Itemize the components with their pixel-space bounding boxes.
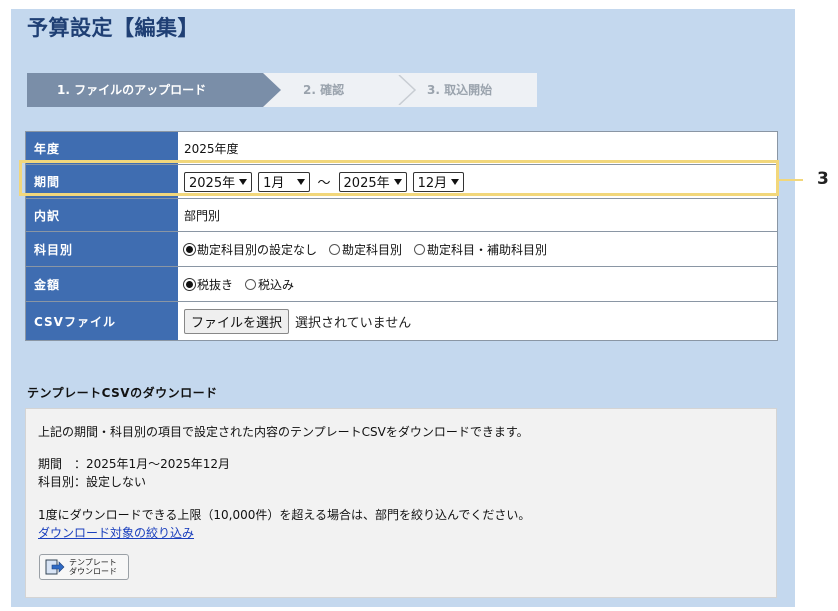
- account-option-sub-label: 勘定科目・補助科目別: [427, 242, 548, 257]
- file-status: 選択されていません: [295, 315, 412, 331]
- step-progress: 1. ファイルのアップロード 2. 確認 3. 取込開始: [27, 73, 537, 107]
- radio-icon: [414, 243, 426, 255]
- account-option-sub[interactable]: 勘定科目・補助科目別: [414, 241, 547, 258]
- row-account: 科目別 勘定科目別の設定なし 勘定科目別 勘定科目・補助科目別: [26, 231, 777, 266]
- account-option-account[interactable]: 勘定科目別: [329, 241, 402, 258]
- csv-label: CSVファイル: [26, 302, 178, 340]
- template-download-line2: ダウンロード: [69, 567, 117, 576]
- amount-option-excl-label: 税抜き: [197, 277, 234, 292]
- callout-number: 3: [817, 169, 829, 189]
- template-download-line1: テンプレート: [69, 558, 117, 567]
- page-title: 予算設定【編集】: [27, 16, 199, 40]
- step-2-confirm: 2. 確認: [303, 83, 345, 97]
- row-csv: CSVファイル ファイルを選択 選択されていません: [26, 301, 777, 340]
- csv-value: ファイルを選択 選択されていません: [178, 302, 777, 340]
- amount-option-incl-label: 税込み: [258, 277, 295, 292]
- period-highlight: [19, 160, 779, 196]
- account-option-account-label: 勘定科目別: [342, 242, 403, 257]
- download-title: テンプレートCSVのダウンロード: [27, 386, 218, 400]
- account-option-none-label: 勘定科目別の設定なし: [197, 242, 318, 257]
- download-period: 期間 ：2025年1月～2025年12月: [38, 457, 230, 471]
- account-options: 勘定科目別の設定なし 勘定科目別 勘定科目・補助科目別: [178, 232, 777, 266]
- row-breakdown: 内訳 部門別: [26, 198, 777, 231]
- radio-selected-icon: [184, 243, 195, 255]
- amount-option-incl[interactable]: 税込み: [245, 276, 294, 293]
- template-download-label: テンプレート ダウンロード: [69, 558, 117, 576]
- radio-icon: [329, 243, 341, 255]
- download-box: 上記の期間・科目別の項目で設定された内容のテンプレートCSVをダウンロードできま…: [25, 408, 777, 598]
- radio-selected-icon: [184, 278, 195, 290]
- amount-label: 金額: [26, 267, 178, 301]
- radio-icon: [245, 278, 257, 290]
- download-description: 上記の期間・科目別の項目で設定された内容のテンプレートCSVをダウンロードできま…: [38, 425, 529, 439]
- amount-option-excl[interactable]: 税抜き: [184, 276, 233, 293]
- template-download-button[interactable]: テンプレート ダウンロード: [39, 554, 129, 580]
- row-amount: 金額 税抜き 税込み: [26, 266, 777, 301]
- callout-line: [779, 179, 803, 181]
- download-filter-link[interactable]: ダウンロード対象の絞り込み: [38, 524, 194, 541]
- download-account: 科目別：設定しない: [38, 475, 147, 489]
- breakdown-value: 部門別: [184, 208, 221, 223]
- amount-options: 税抜き 税込み: [178, 267, 777, 301]
- step-3-import: 3. 取込開始: [427, 83, 493, 97]
- download-icon: [45, 559, 65, 575]
- account-option-none[interactable]: 勘定科目別の設定なし: [184, 241, 317, 258]
- step-1-upload: 1. ファイルのアップロード: [27, 73, 281, 107]
- breakdown-label: 内訳: [26, 199, 178, 231]
- choose-file-button[interactable]: ファイルを選択: [184, 308, 290, 334]
- download-limit-note: 1度にダウンロードできる上限（10,000件）を超える場合は、部門を絞り込んでく…: [38, 508, 531, 522]
- step-separator-icon: [398, 75, 417, 105]
- account-label: 科目別: [26, 232, 178, 266]
